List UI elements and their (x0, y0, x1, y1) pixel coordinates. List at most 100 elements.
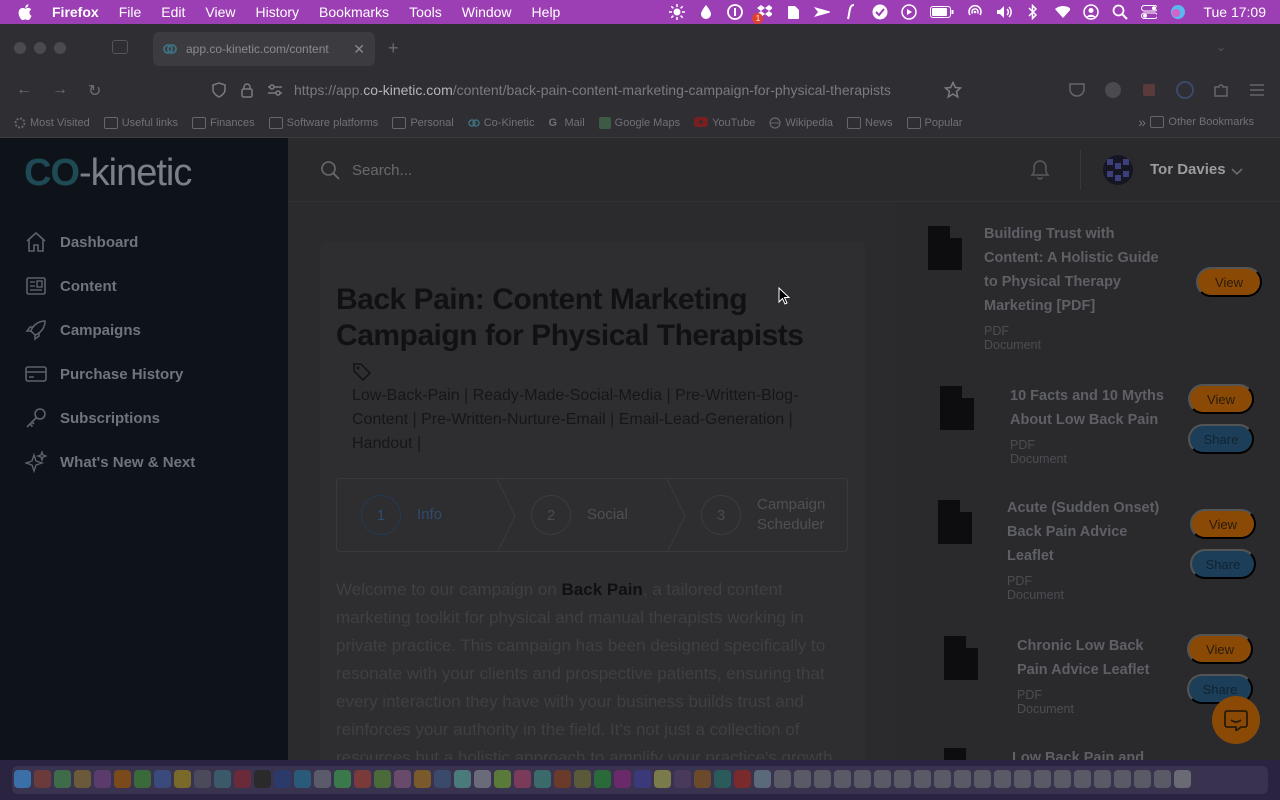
step-social[interactable]: 2 Social (507, 478, 686, 554)
bookmark-popular[interactable]: Popular (906, 116, 962, 129)
bookmark-youtube[interactable]: YouTube (694, 116, 755, 129)
extension-puzzle-icon[interactable] (1140, 81, 1158, 99)
app-icon[interactable] (394, 770, 411, 788)
minimized-window[interactable] (794, 770, 811, 788)
app-icon[interactable] (214, 770, 231, 788)
double-chevron-right-icon[interactable]: » (1138, 114, 1146, 130)
app-icon[interactable] (34, 770, 51, 788)
minimized-window[interactable] (934, 770, 951, 788)
new-tab-icon[interactable]: + (388, 38, 399, 59)
bookmark-software-platforms[interactable]: Software platforms (268, 116, 378, 129)
step-info[interactable]: 1 Info (337, 478, 516, 554)
close-tab-icon[interactable]: ✕ (353, 41, 365, 58)
app-icon[interactable] (694, 770, 711, 788)
extension-t-icon[interactable] (1104, 81, 1122, 99)
bookmark-most-visited[interactable]: Most Visited (14, 117, 90, 129)
app-icon[interactable] (354, 770, 371, 788)
sidebar-item-subscriptions[interactable]: Subscriptions (24, 406, 160, 430)
shield-icon[interactable] (210, 81, 228, 99)
app-icon[interactable] (554, 770, 571, 788)
bookmark-wikipedia[interactable]: Wikipedia (769, 117, 833, 129)
trash-icon[interactable] (1174, 770, 1191, 788)
app-icon[interactable] (254, 770, 271, 788)
minimized-window[interactable] (1014, 770, 1031, 788)
sidebar-item-dashboard[interactable]: Dashboard (24, 230, 138, 254)
menu-view[interactable]: View (205, 4, 235, 20)
bookmark-news[interactable]: News (847, 116, 893, 129)
bookmark-co-kinetic[interactable]: Co-Kinetic (467, 117, 534, 129)
minimized-window[interactable] (834, 770, 851, 788)
app-icon[interactable] (294, 770, 311, 788)
back-arrow-icon[interactable]: ← (16, 81, 32, 99)
menu-app-firefox[interactable]: Firefox (52, 4, 99, 20)
resource-title[interactable]: Chronic Low Back Pain Advice Leaflet (1017, 634, 1167, 682)
app-icon[interactable] (114, 770, 131, 788)
minimized-window[interactable] (974, 770, 991, 788)
app-icon[interactable] (74, 770, 91, 788)
bluetooth-icon[interactable] (1025, 4, 1041, 20)
minimized-window[interactable] (1114, 770, 1131, 788)
wifi-icon[interactable] (1054, 4, 1071, 20)
minimized-window[interactable] (774, 770, 791, 788)
search-spotlight-icon[interactable] (1112, 4, 1129, 20)
lock-icon[interactable] (238, 81, 256, 99)
bookmark-useful-links[interactable]: Useful links (103, 116, 178, 129)
minimized-window[interactable] (814, 770, 831, 788)
minimized-window[interactable] (1154, 770, 1171, 788)
app-icon[interactable] (754, 770, 771, 788)
minimized-window[interactable] (914, 770, 931, 788)
resource-title[interactable]: Building Trust with Content: A Holistic … (984, 222, 1164, 318)
resource-title[interactable]: 10 Facts and 10 Myths About Low Back Pai… (1010, 384, 1170, 432)
app-icon[interactable] (494, 770, 511, 788)
bookmark-other[interactable]: Other Bookmarks (1150, 116, 1254, 128)
app-icon[interactable] (274, 770, 291, 788)
user-name[interactable]: Tor Davies (1150, 161, 1226, 178)
app-icon[interactable] (574, 770, 591, 788)
app-icon[interactable] (474, 770, 491, 788)
app-icon[interactable] (414, 770, 431, 788)
app-icon[interactable] (714, 770, 731, 788)
app-icon[interactable] (234, 770, 251, 788)
app-icon[interactable] (134, 770, 151, 788)
app-icon[interactable] (334, 770, 351, 788)
volume-icon[interactable] (996, 4, 1013, 20)
play-icon[interactable] (901, 4, 918, 20)
reload-icon[interactable]: ↻ (88, 81, 101, 101)
menu-file[interactable]: File (119, 4, 142, 20)
hamburger-menu-icon[interactable] (1248, 81, 1266, 99)
minimized-window[interactable] (1094, 770, 1111, 788)
close-window-button[interactable] (14, 42, 26, 54)
resource-title[interactable]: Acute (Sudden Onset) Back Pain Advice Le… (1007, 496, 1167, 568)
app-icon[interactable] (614, 770, 631, 788)
app-icon[interactable] (94, 770, 111, 788)
minimized-window[interactable] (954, 770, 971, 788)
minimized-window[interactable] (874, 770, 891, 788)
sidebar-item-content[interactable]: Content (24, 274, 117, 298)
battery-icon[interactable] (930, 4, 954, 20)
minimized-window[interactable] (1134, 770, 1151, 788)
app-icon[interactable] (454, 770, 471, 788)
app-icon[interactable] (654, 770, 671, 788)
chat-launcher-icon[interactable] (1212, 696, 1260, 744)
app-icon[interactable] (734, 770, 751, 788)
user-switch-icon[interactable] (1083, 4, 1100, 20)
bookmark-mail[interactable]: G Mail (548, 117, 584, 129)
forward-arrow-icon[interactable]: → (52, 81, 68, 99)
app-icon[interactable] (54, 770, 71, 788)
password-manager-icon[interactable] (727, 4, 744, 20)
site-settings-icon[interactable] (266, 81, 284, 99)
app-icon[interactable] (174, 770, 191, 788)
sun-icon[interactable] (669, 4, 686, 20)
menu-window[interactable]: Window (462, 4, 512, 20)
sidebar-item-purchase-history[interactable]: Purchase History (24, 362, 183, 386)
view-button[interactable]: View (1196, 267, 1262, 297)
siri-icon[interactable] (1170, 4, 1186, 20)
cokinetic-logo[interactable]: CO-kinetic (24, 152, 192, 195)
menu-tools[interactable]: Tools (409, 4, 442, 20)
extensions-icon[interactable] (1212, 81, 1230, 99)
app-icon[interactable] (634, 770, 651, 788)
send-icon[interactable] (814, 4, 831, 20)
menu-help[interactable]: Help (532, 4, 561, 20)
browser-tab-active[interactable]: app.co-kinetic.com/content ✕ (153, 32, 375, 66)
bookmark-finances[interactable]: Finances (191, 116, 255, 129)
